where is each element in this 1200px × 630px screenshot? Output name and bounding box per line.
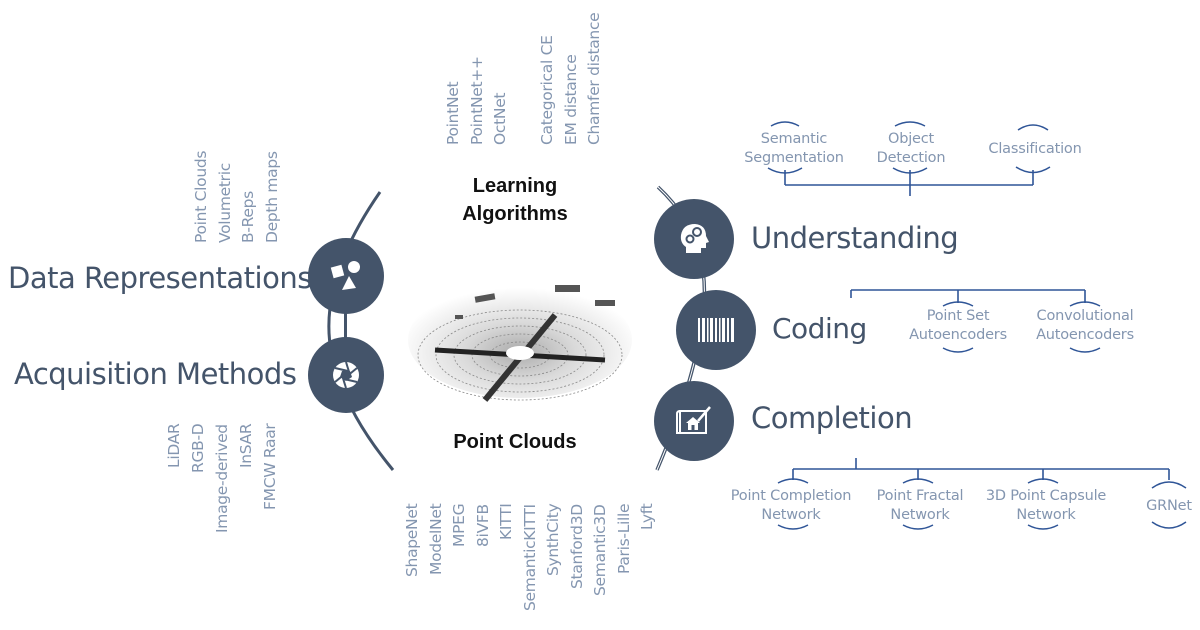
head-gears-icon <box>680 224 709 253</box>
leaf-line: 3D Point Capsule <box>985 488 1107 504</box>
leaf-line: Object <box>887 131 935 147</box>
point-clouds-title: Point Clouds <box>453 431 577 453</box>
vertical-item: SynthCity <box>544 504 562 577</box>
title-line-2: Algorithms <box>462 203 568 225</box>
left-arc <box>327 191 395 471</box>
point-cloud-image <box>408 282 632 402</box>
leaf-line: Autoencoders <box>1036 327 1134 343</box>
acquisition-methods-label: Acquisition Methods <box>14 357 297 391</box>
leaf-line: Convolutional <box>1036 308 1134 324</box>
vertical-item: ModelNet <box>426 504 445 576</box>
leaf-line: Point Fractal <box>876 488 964 504</box>
vertical-item: B-Reps <box>239 191 257 243</box>
coding-tree <box>850 289 1086 303</box>
vertical-item: Image-derived <box>213 424 231 533</box>
vertical-item: Depth maps <box>262 151 281 243</box>
leaf-line: Autoencoders <box>909 327 1007 343</box>
title-line-1: Learning <box>472 175 558 197</box>
vertical-item: RGB-D <box>189 424 207 474</box>
vertical-item: LiDAR <box>165 424 183 469</box>
blueprint-house-icon <box>676 406 711 434</box>
vertical-item: OctNet <box>491 92 509 145</box>
leaf-3d-point-capsule-network: 3D Point Capsule Network <box>985 487 1107 525</box>
data-representations-node[interactable] <box>308 238 384 314</box>
vertical-item: PointNet <box>444 81 462 145</box>
completion-node[interactable] <box>654 381 734 461</box>
leaf-object-detection: Object Detection <box>877 130 946 168</box>
understanding-node[interactable] <box>654 199 734 279</box>
learning-algorithms-title: Learning Algorithms <box>450 172 580 228</box>
leaf-point-completion-network: Point Completion Network <box>730 487 852 525</box>
leaf-line: Semantic <box>760 131 828 147</box>
leaf-line: Point Completion <box>730 488 852 504</box>
leaf-line: Detection <box>876 150 946 166</box>
understanding-label: Understanding <box>751 221 959 255</box>
vertical-item: Lyft <box>638 504 656 531</box>
vertical-item: MPEG <box>450 504 468 548</box>
camera-aperture-icon <box>333 361 359 389</box>
leaf-line: Segmentation <box>744 150 844 166</box>
vertical-item: EM distance <box>561 54 580 145</box>
leaf-line: GRNet <box>1146 498 1192 514</box>
vertical-item: 8iVFB <box>473 504 492 547</box>
vertical-item: Volumetric <box>215 163 234 243</box>
completion-tree <box>792 458 1170 480</box>
shapes-icon <box>330 261 360 290</box>
leaf-line: Network <box>890 507 950 523</box>
completion-label: Completion <box>751 401 913 435</box>
leaf-point-fractal-network: Point Fractal Network <box>877 487 964 525</box>
leaf-convolutional-autoencoders: Convolutional Autoencoders <box>1036 307 1134 345</box>
vertical-item: Point Clouds <box>192 150 210 243</box>
vertical-item: InSAR <box>237 424 255 469</box>
leaf-point-set-autoencoders: Point Set Autoencoders <box>909 307 1007 345</box>
leaf-line: Network <box>1016 507 1076 523</box>
leaf-line: Classification <box>988 141 1082 157</box>
barcode-icon <box>698 318 734 342</box>
vertical-item: Paris-Lille <box>614 504 633 575</box>
vertical-item: Chamfer distance <box>585 12 603 145</box>
data-representations-label: Data Representations <box>8 261 312 295</box>
left-connector <box>344 312 347 340</box>
vertical-item: Categorical CE <box>538 35 556 145</box>
leaf-semantic-segmentation: Semantic Segmentation <box>744 130 844 168</box>
vertical-item: ShapeNet <box>403 504 421 578</box>
coding-node[interactable] <box>676 290 756 370</box>
coding-label: Coding <box>772 312 867 345</box>
vertical-item: FMCW Raar <box>261 424 279 511</box>
vertical-item: Semantic3D <box>591 504 609 596</box>
understanding-tree <box>784 170 1034 196</box>
leaf-line: Network <box>761 507 821 523</box>
leaf-line: Point Set <box>926 308 990 324</box>
leaf-classification: Classification <box>988 140 1081 159</box>
vertical-item: Stanford3D <box>567 504 586 589</box>
leaf-grnet: GRNet <box>1146 497 1192 516</box>
vertical-item: PointNet++ <box>467 56 486 145</box>
vertical-item: KITTI <box>497 504 515 541</box>
acquisition-methods-node[interactable] <box>308 337 384 413</box>
vertical-item: SemanticKITTI <box>520 504 539 611</box>
